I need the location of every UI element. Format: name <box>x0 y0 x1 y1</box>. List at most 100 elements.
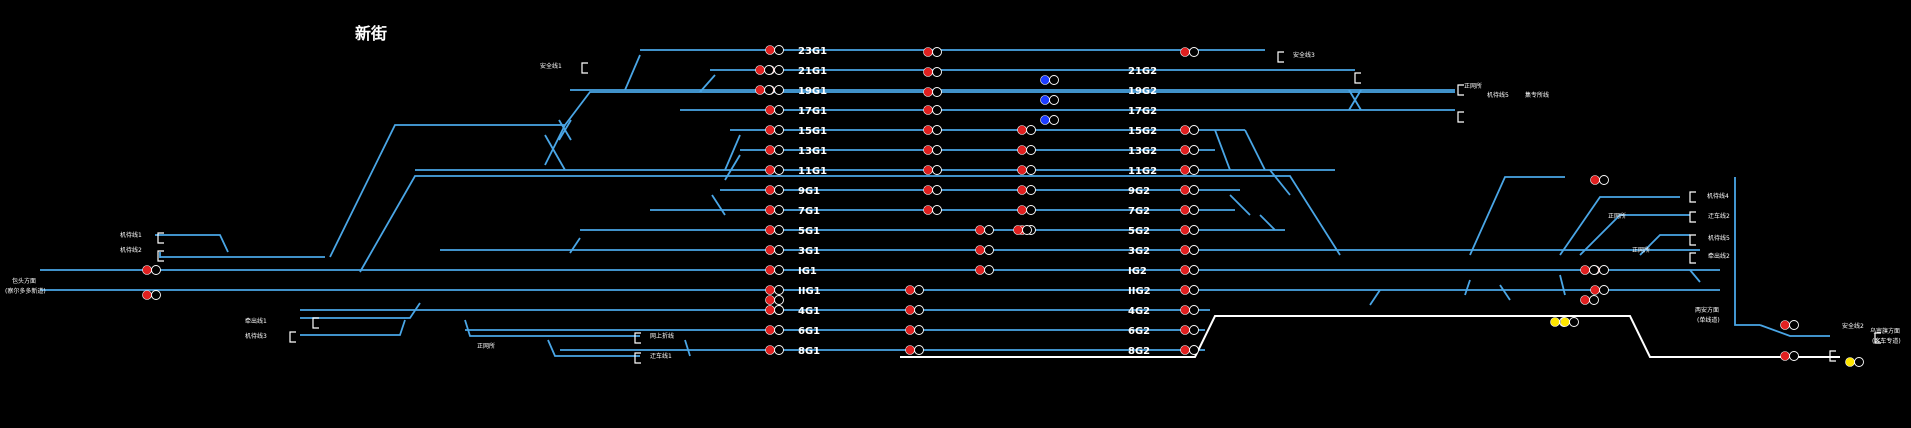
signal-lamp[interactable] <box>755 85 765 95</box>
signal-lamp-dark <box>1022 225 1032 235</box>
signal-lamp[interactable] <box>765 265 775 275</box>
signal-lamp[interactable] <box>1590 175 1600 185</box>
signal-lamp[interactable] <box>1040 75 1050 85</box>
signal-lamp[interactable] <box>765 295 775 305</box>
signal-lamp[interactable] <box>142 290 152 300</box>
signal-lamp[interactable] <box>1040 115 1050 125</box>
signal-lamp[interactable] <box>1180 305 1190 315</box>
signal-lamp[interactable] <box>923 47 933 57</box>
signal-lamp[interactable] <box>1180 165 1190 175</box>
line-label: 安全线3 <box>1293 51 1315 59</box>
track-label: 9G2 <box>1128 186 1150 197</box>
signal-lamp[interactable] <box>1550 317 1560 327</box>
signal-lamp[interactable] <box>1180 245 1190 255</box>
signal-lamp[interactable] <box>1590 285 1600 295</box>
signal-lamp[interactable] <box>755 65 765 75</box>
track-branch <box>1559 196 1680 256</box>
signal-lamp[interactable] <box>765 285 775 295</box>
signal-lamp[interactable] <box>905 345 915 355</box>
signal-lamp[interactable] <box>1180 265 1190 275</box>
signal-lamp[interactable] <box>923 105 933 115</box>
signal-lamp[interactable] <box>923 87 933 97</box>
signal-lamp[interactable] <box>1580 295 1590 305</box>
signal-lamp[interactable] <box>905 285 915 295</box>
signal-lamp[interactable] <box>1180 345 1190 355</box>
signal-lamp[interactable] <box>1180 185 1190 195</box>
signal-lamp-dark <box>774 205 784 215</box>
signal-lamp[interactable] <box>1180 325 1190 335</box>
signal-lamp[interactable] <box>765 125 775 135</box>
signal-lamp-dark <box>932 205 942 215</box>
track-label: IG1 <box>798 266 817 277</box>
track-branch <box>547 339 640 357</box>
signal-lamp[interactable] <box>905 305 915 315</box>
signal-lamp[interactable] <box>1180 205 1190 215</box>
signal-lamp[interactable] <box>765 245 775 255</box>
signal-lamp[interactable] <box>1560 317 1570 327</box>
signal-lamp[interactable] <box>765 105 775 115</box>
signal-lamp[interactable] <box>765 145 775 155</box>
track-label: 4G2 <box>1128 306 1150 317</box>
signal-lamp[interactable] <box>765 305 775 315</box>
signal-lamp-dark <box>764 65 774 75</box>
signal-lamp-dark <box>774 85 784 95</box>
track-branch <box>1229 194 1251 216</box>
signal-lamp[interactable] <box>1017 205 1027 215</box>
line-label: (单线道) <box>1697 316 1720 324</box>
signal-lamp[interactable] <box>765 45 775 55</box>
signal-lamp[interactable] <box>1180 125 1190 135</box>
signal-lamp[interactable] <box>923 145 933 155</box>
signal-lamp[interactable] <box>765 325 775 335</box>
track-label: 17G2 <box>1128 106 1157 117</box>
line-label: 安全线2 <box>1842 322 1864 330</box>
signal-lamp[interactable] <box>765 345 775 355</box>
signal-lamp[interactable] <box>1780 320 1790 330</box>
signal-lamp[interactable] <box>975 265 985 275</box>
line-label: 机待线2 <box>120 246 142 254</box>
signal-lamp[interactable] <box>1180 285 1190 295</box>
signal-lamp[interactable] <box>1017 185 1027 195</box>
track-label: 17G1 <box>798 106 827 117</box>
signal-lamp-dark <box>1189 305 1199 315</box>
signal-lamp-dark <box>1599 175 1609 185</box>
signal-lamp[interactable] <box>975 245 985 255</box>
signal-lamp[interactable] <box>923 185 933 195</box>
line-label: 正网所 <box>1632 246 1650 254</box>
signal-lamp[interactable] <box>1180 225 1190 235</box>
signal-lamp[interactable] <box>765 185 775 195</box>
track-branch <box>711 194 726 216</box>
track-branch <box>1559 274 1566 296</box>
line-label: 包头方面 <box>12 277 36 285</box>
signal-lamp[interactable] <box>923 165 933 175</box>
signal-lamp[interactable] <box>142 265 152 275</box>
signal-lamp[interactable] <box>765 165 775 175</box>
signal-lamp[interactable] <box>923 205 933 215</box>
signal-lamp-dark <box>774 265 784 275</box>
signal-lamp-dark <box>984 225 994 235</box>
signal-lamp[interactable] <box>1580 265 1590 275</box>
signal-lamp[interactable] <box>975 225 985 235</box>
signal-lamp[interactable] <box>1017 125 1027 135</box>
signal-lamp[interactable] <box>923 67 933 77</box>
signal-lamp[interactable] <box>1013 225 1023 235</box>
signal-lamp[interactable] <box>765 205 775 215</box>
signal-lamp[interactable] <box>1017 145 1027 155</box>
signal-lamp[interactable] <box>1040 95 1050 105</box>
signal-lamp-dark <box>774 65 784 75</box>
signal-lamp[interactable] <box>1180 145 1190 155</box>
line-label: 迂车线2 <box>1708 212 1730 220</box>
signal-lamp[interactable] <box>923 125 933 135</box>
signal-lamp[interactable] <box>1845 357 1855 367</box>
signal-lamp[interactable] <box>1017 165 1027 175</box>
signal-lamp[interactable] <box>905 325 915 335</box>
line-label: 牵出线2 <box>1708 252 1730 260</box>
signal-lamp[interactable] <box>1780 351 1790 361</box>
signal-lamp-dark <box>1189 345 1199 355</box>
signal-lamp-dark <box>932 145 942 155</box>
signal-lamp-dark <box>932 47 942 57</box>
track-label: 3G1 <box>798 246 820 257</box>
line-label: 迂车线1 <box>650 352 672 360</box>
signal-lamp[interactable] <box>765 225 775 235</box>
line-label: 牵出线1 <box>245 317 267 325</box>
signal-lamp[interactable] <box>1180 47 1190 57</box>
